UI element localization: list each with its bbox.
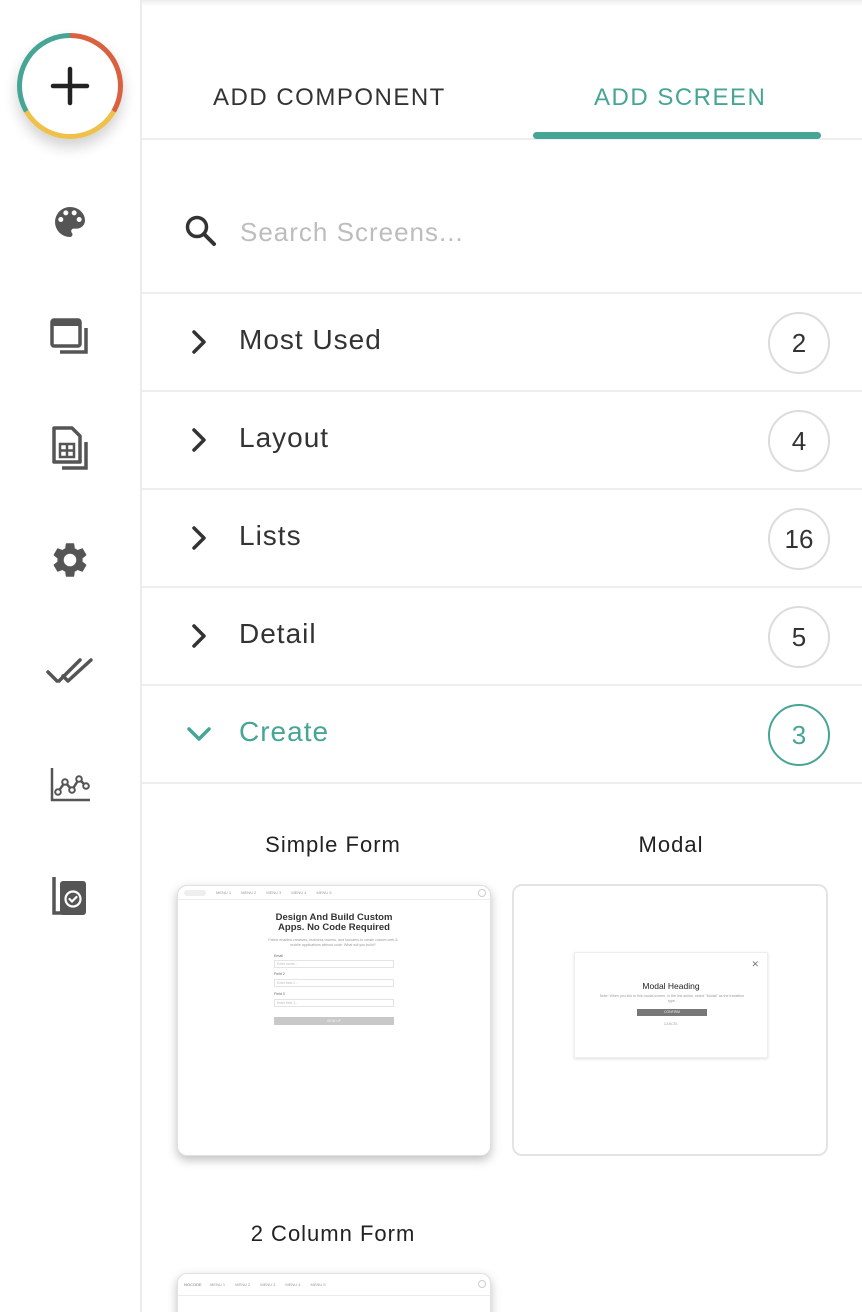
palette-icon[interactable] xyxy=(46,198,94,246)
search-input[interactable] xyxy=(240,210,800,254)
preview-modal-button: CONFIRM xyxy=(637,1009,707,1016)
preview-nav: MENU 1 MENU 2 MENU 3 MENU 4 MENU 5 xyxy=(178,886,490,900)
preview-field-label: Email xyxy=(274,954,283,958)
screen-card-modal[interactable]: ✕ Modal Heading Note: When you link to t… xyxy=(512,884,828,1156)
preview-field: Enter field 2... xyxy=(274,979,394,987)
preview-field-label: Field 3 xyxy=(274,992,285,996)
double-check-icon[interactable] xyxy=(46,648,94,696)
preview-avatar xyxy=(478,1280,486,1288)
left-sidebar xyxy=(0,0,142,1312)
preview-modal-link: CANCEL xyxy=(663,1022,679,1026)
close-icon: ✕ xyxy=(751,959,759,969)
preview-field: Enter name... xyxy=(274,960,394,968)
category-count-badge: 4 xyxy=(768,410,830,472)
category-label: Create xyxy=(239,716,330,747)
screen-card-simple-form[interactable]: MENU 1 MENU 2 MENU 3 MENU 4 MENU 5 Desig… xyxy=(177,885,491,1156)
plus-icon xyxy=(22,38,118,134)
preview-menu: MENU 5 xyxy=(310,1282,326,1287)
preview-menu: MENU 4 xyxy=(291,890,307,895)
category-count-badge: 2 xyxy=(768,312,830,374)
screens-icon[interactable] xyxy=(46,312,94,360)
data-table-icon[interactable] xyxy=(46,424,94,472)
active-tab-indicator xyxy=(533,132,821,139)
preview-menu: MENU 2 xyxy=(241,890,257,895)
category-label: Most Used xyxy=(239,324,382,355)
analytics-chart-icon[interactable] xyxy=(46,760,94,808)
preview-button: SIGN UP xyxy=(274,1017,394,1025)
category-label: Layout xyxy=(239,422,330,453)
preview-menu: MENU 2 xyxy=(235,1282,251,1287)
category-most-used[interactable]: Most Used 2 xyxy=(142,294,862,392)
category-label: Lists xyxy=(239,520,302,551)
panel-tabs: ADD COMPONENT ADD SCREEN xyxy=(142,0,862,140)
chevron-right-icon xyxy=(192,330,206,354)
screen-title-simple-form: Simple Form xyxy=(265,832,401,857)
category-label: Detail xyxy=(239,618,317,649)
preview-field-label: Field 2 xyxy=(274,972,285,976)
preview-field: Enter field 3... xyxy=(274,999,394,1007)
preview-menu: MENU 3 xyxy=(260,1282,276,1287)
top-shadow xyxy=(142,0,862,6)
category-detail[interactable]: Detail 5 xyxy=(142,588,862,686)
preview-nav: NOCODE MENU 1 MENU 2 MENU 3 MENU 4 MENU … xyxy=(178,1274,490,1296)
search-icon xyxy=(185,215,216,246)
chevron-right-icon xyxy=(192,526,206,550)
preview-menu: MENU 5 xyxy=(316,890,332,895)
preview-modal: ✕ Modal Heading Note: When you link to t… xyxy=(574,952,768,1058)
screen-title-two-column-form: 2 Column Form xyxy=(250,1221,416,1246)
category-create[interactable]: Create 3 xyxy=(142,686,862,784)
chevron-down-icon xyxy=(187,727,211,741)
preview-heading: Apps. No Code Required xyxy=(278,922,390,933)
preview-menu: MENU 3 xyxy=(266,890,282,895)
preview-modal-text: Note: When you link to this modal screen… xyxy=(599,994,745,1003)
preview-menu: MENU 1 xyxy=(210,1282,226,1287)
category-layout[interactable]: Layout 4 xyxy=(142,392,862,490)
add-panel: ADD COMPONENT ADD SCREEN Most Used 2 Lay… xyxy=(142,0,862,1312)
preview-avatar xyxy=(478,889,486,897)
preview-modal-heading: Modal Heading xyxy=(642,981,700,991)
category-count-badge: 3 xyxy=(768,704,830,766)
category-count-badge: 16 xyxy=(768,508,830,570)
preview-text: Fabric enables creatives, business owner… xyxy=(268,938,398,947)
screen-title-modal: Modal xyxy=(638,832,704,857)
preview-menu: MENU 1 xyxy=(216,890,232,895)
search-bar xyxy=(142,140,862,294)
chevron-right-icon xyxy=(192,624,206,648)
tab-add-component[interactable]: ADD COMPONENT xyxy=(213,84,446,112)
add-button[interactable] xyxy=(17,33,123,139)
screen-card-two-column-form[interactable]: NOCODE MENU 1 MENU 2 MENU 3 MENU 4 MENU … xyxy=(177,1273,491,1312)
gear-icon[interactable] xyxy=(46,536,94,584)
category-count-badge: 5 xyxy=(768,606,830,668)
chevron-right-icon xyxy=(192,428,206,452)
published-document-icon[interactable] xyxy=(46,872,94,920)
tab-add-screen[interactable]: ADD SCREEN xyxy=(594,84,766,112)
category-lists[interactable]: Lists 16 xyxy=(142,490,862,588)
preview-logo-pill xyxy=(184,889,206,896)
preview-menu: MENU 4 xyxy=(285,1282,301,1287)
preview-logo: NOCODE xyxy=(184,1282,202,1287)
